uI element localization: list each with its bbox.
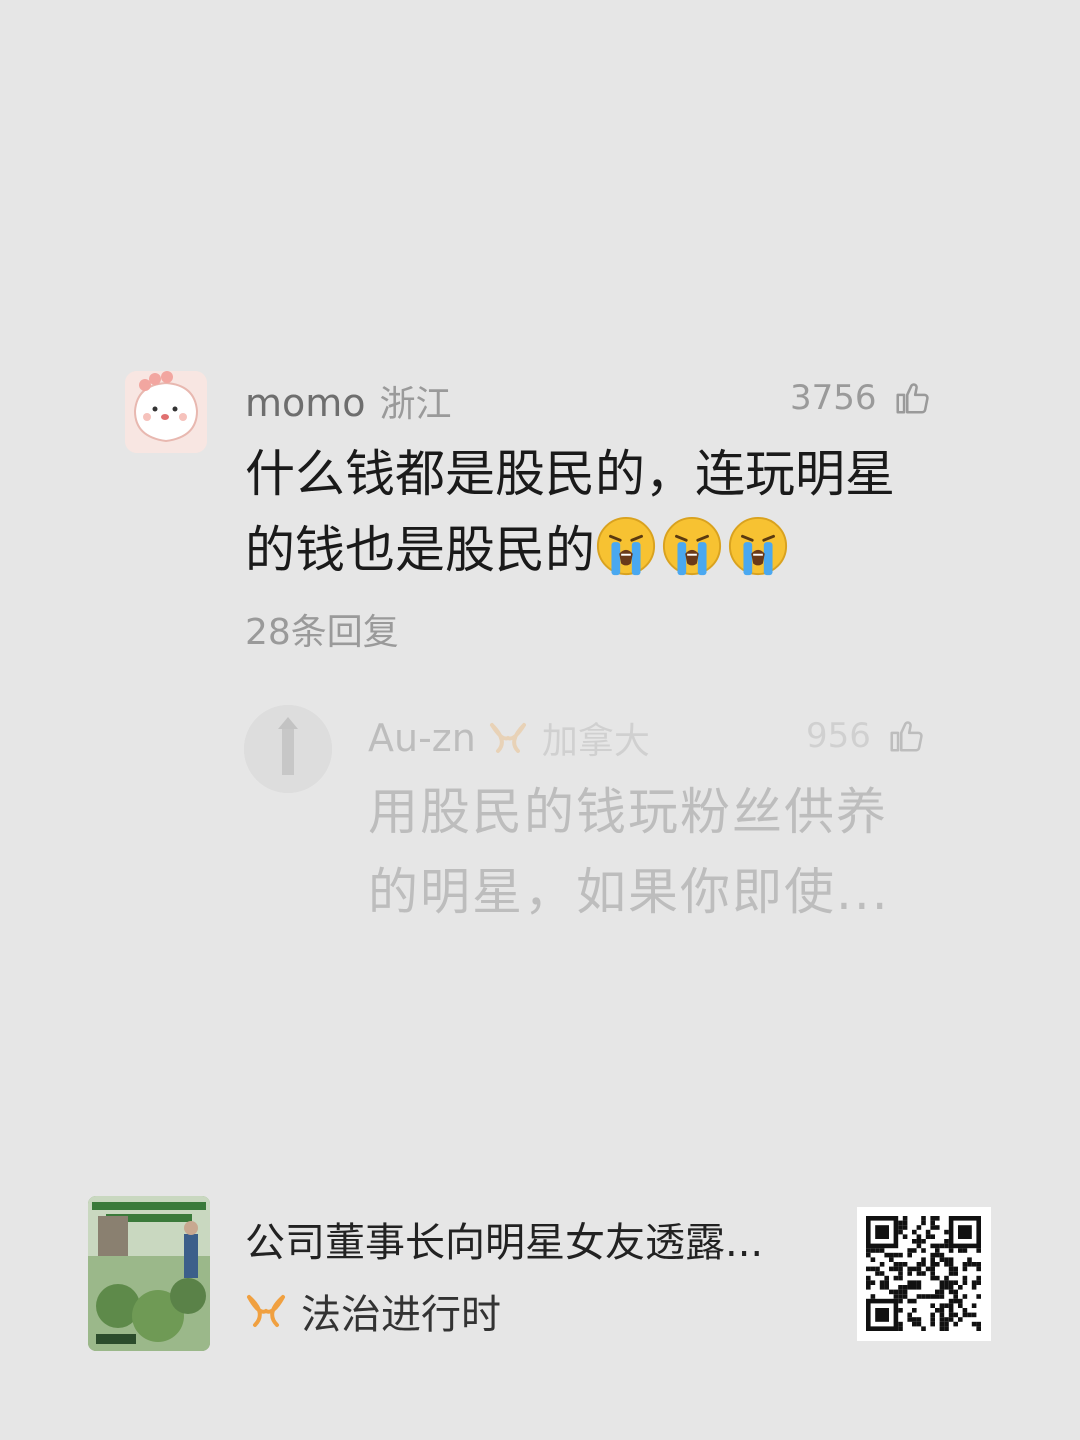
reply-text: 用股民的钱玩粉丝供养的明星，如果你即使... (368, 783, 890, 921)
comment-text: 什么钱都是股民的，连玩明星的钱也是股民的 (245, 436, 905, 588)
channel-name: 法治进行时 (301, 1292, 501, 1338)
loudly-crying-face-icon (728, 516, 788, 576)
emoji-group (595, 516, 793, 579)
reply-like-button[interactable]: 956 (806, 716, 925, 756)
loudly-crying-face-icon (596, 516, 656, 576)
username[interactable]: momo (245, 381, 366, 425)
qr-code (857, 1207, 991, 1341)
video-source[interactable]: 法治进行时 (245, 1282, 501, 1340)
thumbs-up-icon (896, 383, 929, 414)
comment-body: 什么钱都是股民的，连玩明星的钱也是股民的 (245, 445, 895, 579)
thumbs-up-icon (890, 721, 923, 752)
video-thumbnail[interactable] (88, 1196, 210, 1351)
like-count: 3756 (790, 378, 877, 418)
video-title[interactable]: 公司董事长向明星女友透露... (245, 1210, 763, 1268)
region: 浙江 (379, 384, 452, 425)
like-button[interactable]: 3756 (790, 378, 931, 418)
loudly-crying-face-icon (662, 516, 722, 576)
avatar[interactable] (125, 371, 207, 453)
reply-username[interactable]: Au-zn (368, 716, 476, 760)
comment-header: momo 浙江 (245, 375, 452, 427)
reply-avatar[interactable] (244, 705, 332, 793)
channel-logo-icon (247, 1295, 285, 1327)
reply-like-count: 956 (806, 716, 871, 756)
reply-header: Au-zn 加拿大 (368, 712, 650, 764)
verified-badge-icon (489, 723, 526, 753)
reply-count-link[interactable]: 28条回复 (245, 603, 399, 655)
reply-region: 加拿大 (541, 721, 650, 762)
